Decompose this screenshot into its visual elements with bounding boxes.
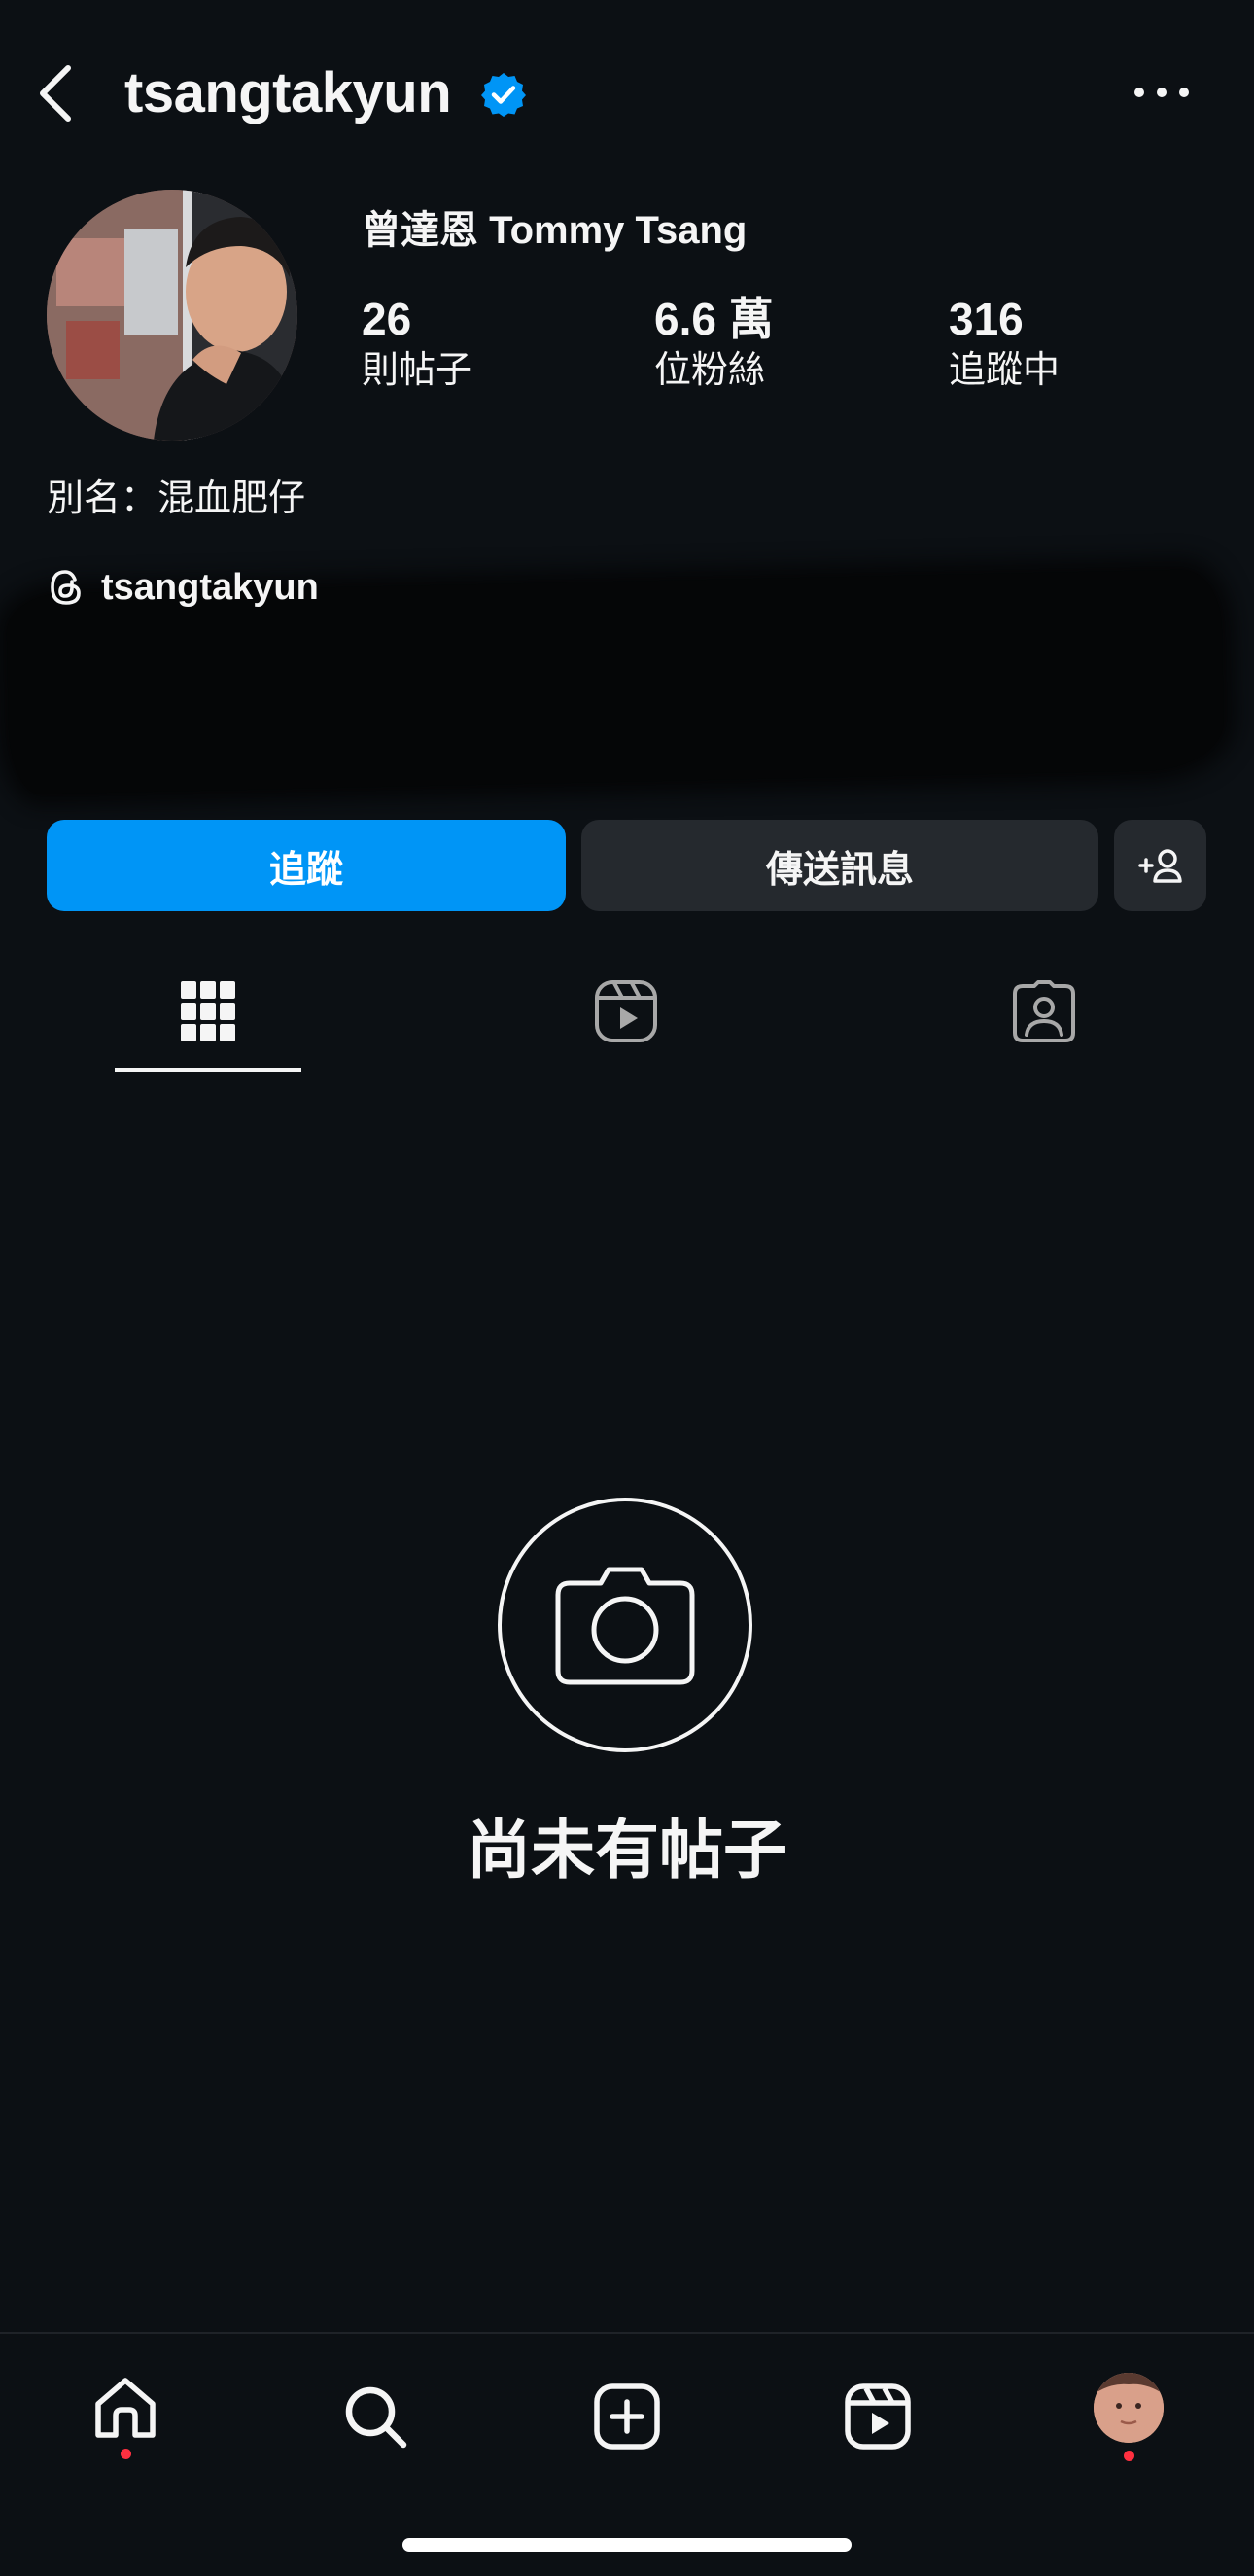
camera-icon [555, 1567, 695, 1685]
stat-posts-count: 26 [362, 294, 412, 344]
stat-following[interactable]: 316 追蹤中 [949, 292, 1060, 395]
empty-state-camera [498, 1498, 752, 1752]
back-button[interactable] [29, 58, 84, 128]
grid-icon [181, 981, 235, 1041]
message-button[interactable]: 傳送訊息 [581, 820, 1098, 911]
follow-button[interactable]: 追蹤 [47, 820, 566, 911]
stat-followers-count: 6.6 萬 [654, 294, 774, 344]
verified-badge-icon [480, 71, 527, 118]
create-icon [594, 2383, 660, 2450]
reels-icon [595, 980, 657, 1042]
add-person-icon [1137, 849, 1182, 883]
profile-avatar[interactable] [47, 190, 297, 441]
threads-icon [51, 570, 81, 605]
home-indicator [402, 2538, 852, 2552]
bottom-nav-divider [0, 2332, 1254, 2334]
profile-full-name: 曾達恩 Tommy Tsang [362, 209, 748, 252]
threads-handle: tsangtakyun [101, 566, 319, 608]
stat-followers-label: 位粉絲 [654, 350, 766, 391]
tab-reels[interactable] [553, 963, 699, 1060]
active-tab-indicator [115, 1068, 301, 1072]
more-horizontal-icon [1134, 88, 1189, 97]
stat-followers[interactable]: 6.6 萬 位粉絲 [654, 292, 774, 395]
nav-create[interactable] [569, 2363, 685, 2470]
reels-icon [845, 2383, 911, 2450]
nav-search[interactable] [317, 2363, 434, 2470]
tagged-icon [1013, 980, 1075, 1042]
tab-tagged[interactable] [971, 963, 1117, 1060]
profile-avatar-icon [1094, 2372, 1164, 2443]
profile-bio: 別名：混血肥仔 [47, 478, 306, 519]
suggested-accounts-button[interactable] [1114, 820, 1206, 911]
tab-posts-grid[interactable] [135, 963, 281, 1060]
more-options-button[interactable] [1128, 78, 1196, 107]
stat-posts[interactable]: 26 則帖子 [362, 292, 472, 395]
empty-state-text: 尚未有帖子 [467, 1814, 787, 1886]
stat-posts-label: 則帖子 [362, 350, 473, 391]
home-icon [95, 2377, 156, 2438]
home-notification-dot [120, 2448, 131, 2459]
nav-profile[interactable] [1070, 2363, 1187, 2470]
search-icon [345, 2386, 407, 2449]
nav-reels[interactable] [819, 2363, 936, 2470]
profile-notification-dot [1123, 2450, 1134, 2461]
profile-username: tsangtakyun [124, 61, 452, 124]
chevron-left-icon [40, 65, 71, 122]
stat-following-label: 追蹤中 [949, 350, 1061, 391]
threads-link[interactable]: tsangtakyun [47, 562, 319, 613]
stat-following-count: 316 [949, 294, 1024, 344]
nav-home[interactable] [67, 2363, 184, 2470]
